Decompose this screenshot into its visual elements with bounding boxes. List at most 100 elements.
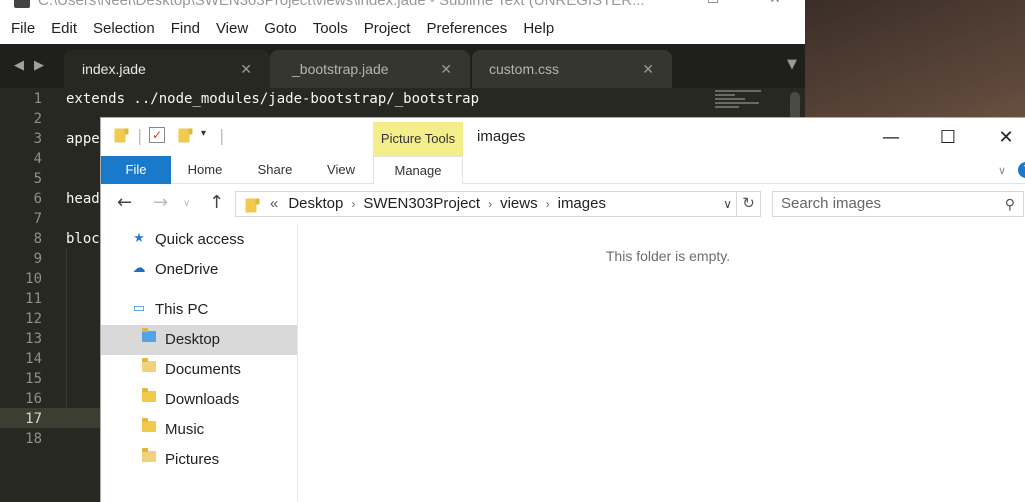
menu-goto[interactable]: Goto bbox=[256, 20, 305, 37]
computer-icon: ▭ bbox=[132, 300, 146, 316]
editor-scrollbar[interactable] bbox=[790, 92, 800, 120]
tab-close-icon[interactable]: ✕ bbox=[440, 50, 452, 88]
nav-item-quick-access[interactable]: ★ Quick access bbox=[131, 225, 291, 255]
recent-locations-icon[interactable]: ∨ bbox=[183, 198, 190, 209]
code-line-6[interactable]: head bbox=[66, 189, 100, 209]
nav-label: Documents bbox=[165, 361, 241, 378]
tab-label: custom.css bbox=[489, 61, 560, 77]
tab-bootstrap-jade[interactable]: _bootstrap.jade ✕ bbox=[270, 50, 470, 88]
maximize-icon[interactable]: ☐ bbox=[690, 0, 736, 8]
menu-find[interactable]: Find bbox=[163, 20, 208, 37]
tab-next-icon[interactable]: ▶ bbox=[34, 58, 44, 73]
nav-label: Downloads bbox=[165, 391, 240, 408]
sublime-window-title: C:\Users\Neel\Desktop\SWEN303Project\vie… bbox=[38, 0, 645, 9]
close-icon[interactable]: ✕ bbox=[752, 0, 798, 8]
nav-item-music[interactable]: Music bbox=[141, 415, 297, 445]
empty-folder-message: This folder is empty. bbox=[605, 248, 731, 264]
forward-icon[interactable]: → bbox=[153, 192, 168, 213]
menu-project[interactable]: Project bbox=[356, 20, 419, 37]
chevron-right-icon[interactable]: › bbox=[488, 197, 492, 211]
chevron-right-icon[interactable]: › bbox=[546, 197, 550, 211]
breadcrumb-swen303project[interactable]: SWEN303Project bbox=[363, 195, 480, 212]
ribbon-tab-view[interactable]: View bbox=[313, 156, 369, 184]
code-line-3[interactable]: appe bbox=[66, 129, 100, 149]
breadcrumb-images[interactable]: images bbox=[558, 195, 606, 212]
explorer-window: | ✓ ▾ | Picture Tools images — ☐ ✕ File … bbox=[100, 117, 1025, 502]
line-number: 8 bbox=[33, 231, 42, 247]
menu-help[interactable]: Help bbox=[515, 20, 562, 37]
menu-view[interactable]: View bbox=[208, 20, 256, 37]
close-icon[interactable]: ✕ bbox=[983, 124, 1025, 152]
search-input[interactable]: Search images ⚲ bbox=[772, 191, 1024, 217]
line-number: 1 bbox=[33, 91, 42, 107]
cloud-icon: ☁ bbox=[132, 260, 146, 276]
menu-preferences[interactable]: Preferences bbox=[418, 20, 515, 37]
sublime-app-icon bbox=[14, 0, 30, 8]
help-icon[interactable]: ? bbox=[1018, 162, 1025, 178]
nav-label: Pictures bbox=[165, 451, 220, 468]
nav-item-documents[interactable]: Documents bbox=[141, 355, 297, 385]
chevron-down-icon[interactable]: ∨ bbox=[723, 192, 732, 216]
chevron-right-icon[interactable]: › bbox=[351, 197, 355, 211]
code-line-8[interactable]: bloc bbox=[66, 229, 100, 249]
line-number: 18 bbox=[25, 431, 42, 447]
nav-label: Desktop bbox=[165, 331, 221, 348]
back-icon[interactable]: ← bbox=[117, 192, 132, 213]
star-icon: ★ bbox=[133, 230, 145, 246]
menu-selection[interactable]: Selection bbox=[85, 20, 163, 37]
line-number: 7 bbox=[33, 211, 42, 227]
pictures-folder-icon bbox=[141, 448, 157, 466]
nav-item-pictures[interactable]: Pictures bbox=[141, 445, 297, 475]
ribbon-tab-share[interactable]: Share bbox=[247, 156, 303, 184]
nav-label: OneDrive bbox=[155, 261, 219, 278]
nav-item-this-pc[interactable]: ▭ This PC bbox=[131, 295, 291, 325]
tab-index-jade[interactable]: index.jade ✕ bbox=[64, 50, 270, 88]
tab-prev-icon[interactable]: ◀ bbox=[14, 58, 24, 73]
nav-item-desktop[interactable]: Desktop bbox=[101, 325, 297, 355]
new-folder-icon[interactable] bbox=[177, 128, 191, 143]
search-icon[interactable]: ⚲ bbox=[1005, 192, 1015, 216]
up-icon[interactable]: ↑ bbox=[209, 192, 224, 213]
customize-qat-icon[interactable]: ▾ bbox=[201, 128, 206, 139]
refresh-icon[interactable]: ↻ bbox=[736, 192, 760, 216]
tab-custom-css[interactable]: ✕ custom.css bbox=[472, 50, 672, 88]
line-number: 14 bbox=[25, 351, 42, 367]
nav-label: Music bbox=[165, 421, 205, 438]
ribbon-tab-manage[interactable]: Manage bbox=[373, 156, 463, 184]
tab-close-icon[interactable]: ✕ bbox=[240, 50, 252, 88]
nav-item-downloads[interactable]: Downloads bbox=[141, 385, 297, 415]
menu-tools[interactable]: Tools bbox=[305, 20, 356, 37]
address-overflow[interactable]: « bbox=[270, 195, 278, 212]
line-number: 4 bbox=[33, 151, 42, 167]
code-line-1[interactable]: extends ../node_modules/jade-bootstrap/_… bbox=[66, 89, 479, 109]
file-list-pane[interactable]: This folder is empty. bbox=[298, 224, 1025, 502]
expand-ribbon-icon[interactable]: ∨ bbox=[998, 164, 1006, 177]
folder-icon[interactable] bbox=[113, 128, 127, 143]
ribbon-tab-home[interactable]: Home bbox=[177, 156, 233, 184]
nav-item-onedrive[interactable]: ☁ OneDrive bbox=[131, 255, 291, 285]
explorer-title: images bbox=[477, 128, 526, 145]
menu-file[interactable]: File bbox=[3, 20, 43, 37]
breadcrumb-views[interactable]: views bbox=[500, 195, 538, 212]
music-folder-icon bbox=[141, 418, 157, 436]
ribbon-tab-file[interactable]: File bbox=[101, 156, 171, 184]
minimize-icon[interactable]: — bbox=[868, 124, 914, 152]
line-number: 5 bbox=[33, 171, 42, 187]
picture-tools-label: Picture Tools bbox=[373, 122, 463, 156]
search-placeholder: Search images bbox=[781, 195, 882, 212]
tab-close-icon[interactable]: ✕ bbox=[642, 50, 654, 88]
breadcrumb-desktop[interactable]: Desktop bbox=[288, 195, 343, 212]
folder-icon bbox=[245, 198, 257, 213]
documents-folder-icon bbox=[141, 358, 157, 376]
tab-label: _bootstrap.jade bbox=[292, 61, 389, 77]
line-number: 17 bbox=[25, 411, 42, 427]
address-bar[interactable]: « Desktop › SWEN303Project › views › images ∨ ↻ bbox=[235, 191, 761, 217]
minimap[interactable] bbox=[715, 90, 765, 118]
navigation-pane: ★ Quick access ☁ OneDrive ▭ This PC Desktop… bbox=[101, 224, 297, 502]
maximize-icon[interactable]: ☐ bbox=[925, 124, 971, 152]
tab-list-icon[interactable]: ▼ bbox=[787, 57, 797, 72]
menu-edit[interactable]: Edit bbox=[43, 20, 85, 37]
line-number: 6 bbox=[33, 191, 42, 207]
properties-icon[interactable]: ✓ bbox=[149, 127, 165, 143]
separator-icon: | bbox=[219, 126, 225, 145]
